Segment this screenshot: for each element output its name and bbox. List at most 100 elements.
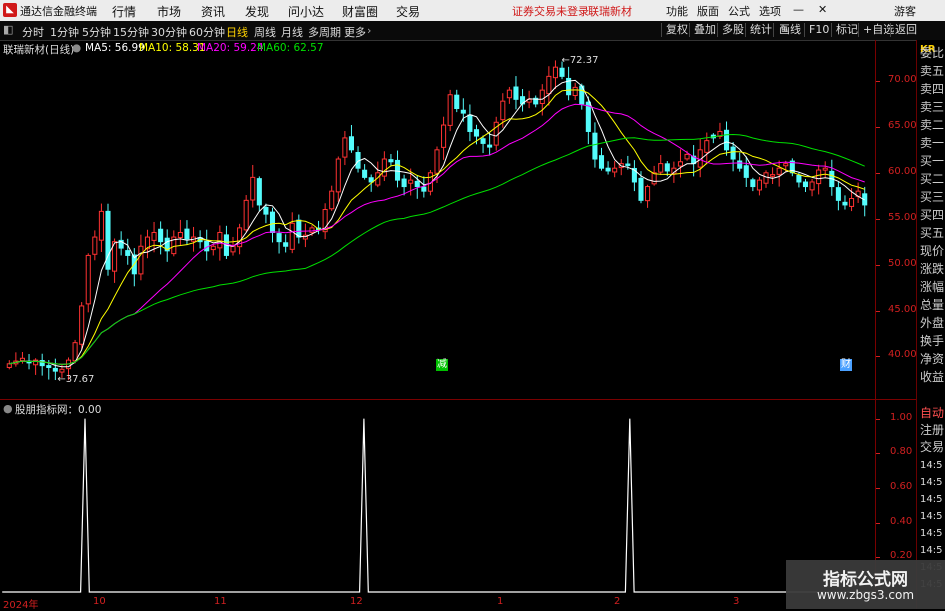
candle-body[interactable] [816,169,822,185]
candle-body[interactable] [414,180,420,188]
candle-body[interactable] [138,245,144,275]
candle-body[interactable] [750,179,756,188]
candle-body[interactable] [250,176,256,201]
candle-body[interactable] [381,158,387,177]
candle-body[interactable] [835,187,841,201]
candle-body[interactable] [598,155,605,169]
side-item[interactable]: 注册 [920,423,945,438]
candle-body[interactable] [592,132,598,160]
period-tab[interactable]: 30分钟 [151,24,187,40]
menu-trade[interactable]: 交易 [396,3,420,20]
candle-body[interactable] [756,179,762,191]
candle-body[interactable] [289,222,295,250]
button-multi-stock[interactable]: 多股 [717,23,744,37]
menu-formula[interactable]: 公式 [728,3,750,19]
candle-body[interactable] [92,236,98,255]
button-f10[interactable]: F10 [804,23,829,37]
candle-body[interactable] [447,94,453,126]
candle-body[interactable] [809,181,815,191]
candle-body[interactable] [737,160,743,169]
user-label[interactable]: 游客 [894,3,916,19]
candle-body[interactable] [394,159,401,181]
period-tab-daily[interactable]: 日线 [226,24,248,40]
candle-body[interactable] [309,227,315,233]
candle-body[interactable] [19,357,25,362]
candle-body[interactable] [513,86,519,100]
candle-body[interactable] [651,172,657,185]
button-back[interactable]: 返回 [890,23,917,37]
candle-body[interactable] [842,201,848,206]
candle-body[interactable] [230,245,236,253]
candle-body[interactable] [105,210,111,270]
candle-body[interactable] [743,165,749,178]
button-statistics[interactable]: 统计 [745,23,772,37]
candle-body[interactable] [664,163,670,172]
candle-body[interactable] [605,167,611,172]
candle-body[interactable] [362,169,368,178]
period-tab[interactable]: 分时 [22,24,44,40]
candle-body[interactable] [776,167,782,175]
candle-body[interactable] [487,144,493,148]
period-tab[interactable]: 5分钟 [82,24,111,40]
button-mark[interactable]: 标记 [831,23,858,37]
candle-body[interactable] [454,94,460,110]
candle-body[interactable] [72,342,78,362]
candle-body[interactable] [796,174,802,183]
candle-body[interactable] [500,100,506,121]
period-tab[interactable]: 月线 [281,24,303,40]
candle-body[interactable] [85,254,91,305]
candle-body[interactable] [210,245,216,251]
candle-body[interactable] [276,233,282,243]
menu-market[interactable]: 市场 [157,3,181,20]
candle-body[interactable] [638,177,644,201]
candle-body[interactable] [849,198,855,207]
candle-body[interactable] [269,211,276,233]
candle-body[interactable] [46,365,52,368]
candle-body[interactable] [368,177,374,183]
candle-body[interactable] [704,140,710,153]
candle-body[interactable] [473,129,480,137]
candle-body[interactable] [177,231,183,238]
candle-body[interactable] [480,138,486,144]
button-overlay[interactable]: 叠加 [689,23,716,37]
candle-body[interactable] [684,153,690,160]
menu-layout[interactable]: 版面 [697,3,719,19]
candle-body[interactable] [559,67,565,77]
candle-body[interactable] [763,172,769,184]
candle-body[interactable] [434,149,440,174]
candle-body[interactable] [6,363,12,368]
candle-body[interactable] [79,305,85,345]
candle-body[interactable] [552,66,558,79]
event-finance-icon[interactable]: 财 [840,359,852,371]
period-tab[interactable]: 周线 [254,24,276,40]
candle-body[interactable] [158,228,164,243]
candle-body[interactable] [612,167,618,173]
candle-body[interactable] [572,86,578,97]
event-reduce-icon[interactable]: 减 [436,359,448,371]
candle-body[interactable] [802,181,809,188]
menu-discover[interactable]: 发现 [245,3,269,20]
candle-body[interactable] [408,179,414,184]
candle-body[interactable] [98,210,104,241]
candle-body[interactable] [539,89,545,105]
period-tab[interactable]: 1分钟 [50,24,79,40]
candle-body[interactable] [335,158,341,193]
button-draw-line[interactable]: 画线 [775,23,801,37]
candle-body[interactable] [625,163,631,166]
candle-body[interactable] [125,250,131,256]
candle-body[interactable] [467,114,473,132]
candle-body[interactable] [401,178,407,188]
candle-body[interactable] [151,231,157,241]
candle-body[interactable] [283,242,289,247]
candle-body[interactable] [460,109,466,114]
indicator-chart[interactable] [0,400,876,596]
menu-quotes[interactable]: 行情 [112,3,136,20]
menu-function[interactable]: 功能 [666,3,688,19]
candle-body[interactable] [677,161,684,167]
candle-body[interactable] [52,367,58,372]
period-tab[interactable]: 多周期 [308,24,341,40]
button-add-watchlist[interactable]: +自选 [858,23,894,37]
candle-body[interactable] [256,178,262,206]
menu-wealth-circle[interactable]: 财富圈 [342,3,378,20]
period-tab-more[interactable]: 更多 [344,24,366,40]
